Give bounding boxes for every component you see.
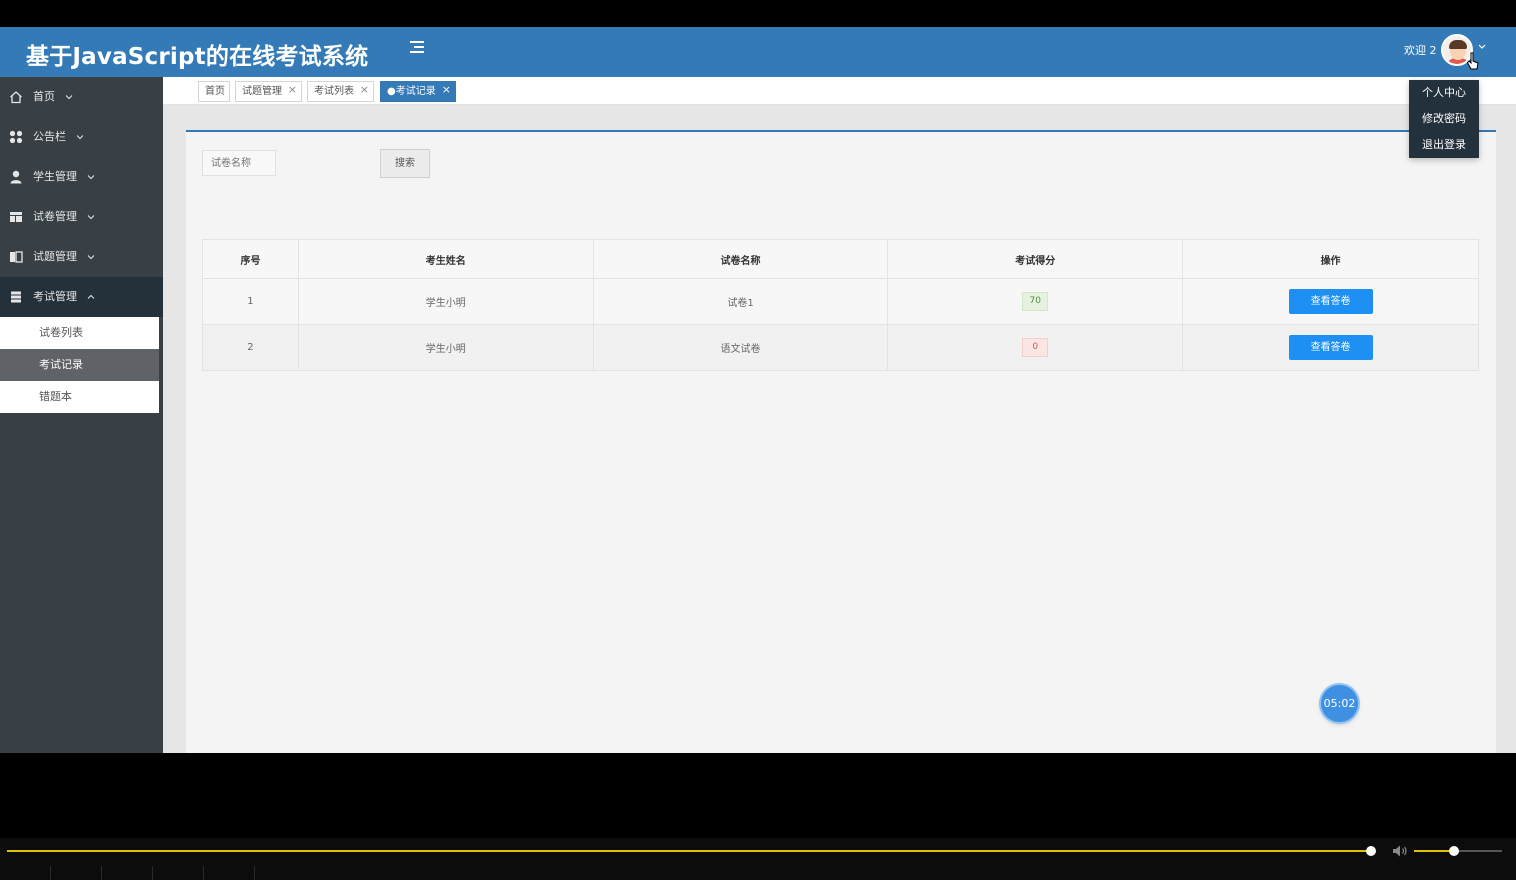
chevron-up-icon bbox=[87, 294, 94, 299]
exam-timer[interactable]: 05:02 bbox=[1321, 685, 1358, 722]
cell-index: 1 bbox=[202, 278, 299, 325]
server-icon bbox=[11, 291, 21, 303]
sidebar-item-questions[interactable]: 试题管理 bbox=[0, 237, 163, 277]
player-divider bbox=[50, 866, 51, 880]
layout-icon bbox=[10, 212, 22, 222]
chevron-down-icon bbox=[87, 255, 94, 260]
top-header: 基于JavaScript的在线考试系统 欢迎 2 bbox=[0, 27, 1516, 77]
sidebar-item-label: 试题管理 bbox=[33, 250, 77, 263]
user-icon bbox=[10, 170, 22, 184]
cell-student: 学生小明 bbox=[297, 324, 594, 371]
column-header: 考生姓名 bbox=[297, 239, 594, 279]
tab-exam-list[interactable]: 考试列表 × bbox=[307, 81, 374, 102]
video-frame: 基于JavaScript的在线考试系统 欢迎 2 个人中心 修改密码 退出登录 bbox=[0, 0, 1516, 880]
sidebar-item-exams[interactable]: 考试管理 bbox=[0, 277, 163, 317]
sidebar-item-papers[interactable]: 试卷管理 bbox=[0, 197, 163, 237]
chevron-down-icon bbox=[87, 215, 94, 220]
sidebar-subitem-paper-list[interactable]: 试卷列表 bbox=[0, 317, 159, 349]
sidebar-item-label: 试卷管理 bbox=[33, 210, 77, 223]
tab-home[interactable]: 首页 bbox=[198, 81, 230, 102]
sidebar: 首页 公告栏 学生管理 试卷管理 试题管理 考试管理 试卷列表 考试记录 错题本 bbox=[0, 77, 163, 753]
close-icon[interactable]: × bbox=[442, 80, 451, 99]
tab-label: 试题管理 bbox=[242, 86, 282, 97]
cell-score: 70 bbox=[887, 278, 1184, 325]
sidebar-subitem-exam-records[interactable]: 考试记录 bbox=[0, 349, 159, 381]
menu-item-change-password[interactable]: 修改密码 bbox=[1409, 106, 1479, 132]
grid-icon bbox=[9, 130, 23, 144]
home-icon bbox=[10, 91, 22, 104]
column-header: 序号 bbox=[202, 239, 299, 279]
score-badge: 0 bbox=[1022, 338, 1049, 357]
column-header: 试卷名称 bbox=[592, 239, 889, 279]
chevron-down-icon bbox=[65, 95, 72, 100]
sidebar-item-label: 学生管理 bbox=[33, 170, 77, 183]
player-divider bbox=[101, 866, 102, 880]
menu-item-logout[interactable]: 退出登录 bbox=[1409, 132, 1479, 158]
sidebar-item-home[interactable]: 首页 bbox=[0, 77, 163, 117]
menu-item-profile[interactable]: 个人中心 bbox=[1409, 80, 1479, 106]
cell-index: 2 bbox=[202, 324, 299, 371]
view-answer-button[interactable]: 查看答卷 bbox=[1288, 289, 1373, 314]
progress-bar[interactable] bbox=[7, 850, 1371, 852]
sidebar-item-label: 公告栏 bbox=[33, 130, 66, 143]
chevron-down-icon[interactable] bbox=[1477, 42, 1487, 52]
close-icon[interactable]: × bbox=[288, 80, 297, 99]
cell-paper: 试卷1 bbox=[592, 278, 889, 325]
exam-submenu: 试卷列表 考试记录 错题本 bbox=[0, 317, 159, 413]
chevron-down-icon bbox=[76, 135, 83, 140]
welcome-text: 欢迎 2 bbox=[1404, 44, 1437, 57]
search-button[interactable]: 搜索 bbox=[380, 149, 430, 178]
sidebar-item-label: 考试管理 bbox=[33, 290, 77, 303]
columns-icon bbox=[10, 251, 23, 263]
cell-score: 0 bbox=[887, 324, 1184, 371]
app-title: 基于JavaScript的在线考试系统 bbox=[26, 44, 369, 70]
player-divider bbox=[254, 866, 255, 880]
video-player-bar bbox=[0, 838, 1516, 880]
volume-handle[interactable] bbox=[1449, 846, 1459, 856]
table-row: 2 学生小明 语文试卷 0 查看答卷 bbox=[202, 324, 1479, 371]
progress-handle[interactable] bbox=[1366, 846, 1376, 856]
tab-question-management[interactable]: 试题管理 × bbox=[235, 81, 302, 102]
player-divider bbox=[203, 866, 204, 880]
cell-action: 查看答卷 bbox=[1182, 324, 1479, 371]
player-divider bbox=[152, 866, 153, 880]
volume-fill bbox=[1414, 850, 1450, 852]
exam-records-table: 序号 考生姓名 试卷名称 考试得分 操作 1 学生小明 试卷1 70 查看答卷 … bbox=[202, 239, 1479, 371]
sidebar-item-students[interactable]: 学生管理 bbox=[0, 157, 163, 197]
chevron-down-icon bbox=[87, 175, 94, 180]
tab-exam-records[interactable]: ●考试记录 × bbox=[380, 81, 456, 102]
tab-label: ●考试记录 bbox=[387, 86, 436, 97]
sidebar-item-label: 首页 bbox=[33, 90, 55, 103]
table-header-row: 序号 考生姓名 试卷名称 考试得分 操作 bbox=[202, 239, 1479, 279]
column-header: 操作 bbox=[1182, 239, 1479, 279]
menu-toggle-icon[interactable] bbox=[410, 41, 428, 59]
cell-paper: 语文试卷 bbox=[592, 324, 889, 371]
tab-label: 首页 bbox=[205, 86, 225, 97]
sidebar-subitem-wrong-questions[interactable]: 错题本 bbox=[0, 381, 159, 413]
close-icon[interactable]: × bbox=[360, 80, 369, 99]
score-badge: 70 bbox=[1022, 292, 1049, 311]
search-input[interactable] bbox=[202, 150, 276, 176]
sidebar-item-notice[interactable]: 公告栏 bbox=[0, 117, 163, 157]
main-panel: 搜索 序号 考生姓名 试卷名称 考试得分 操作 1 bbox=[186, 130, 1496, 753]
table-row: 1 学生小明 试卷1 70 查看答卷 bbox=[202, 278, 1479, 325]
cell-action: 查看答卷 bbox=[1182, 278, 1479, 325]
user-dropdown-menu: 个人中心 修改密码 退出登录 bbox=[1409, 80, 1479, 158]
column-header: 考试得分 bbox=[887, 239, 1184, 279]
app-window: 基于JavaScript的在线考试系统 欢迎 2 个人中心 修改密码 退出登录 bbox=[0, 27, 1516, 753]
view-answer-button[interactable]: 查看答卷 bbox=[1288, 335, 1373, 360]
tab-label: 考试列表 bbox=[314, 86, 354, 97]
cell-student: 学生小明 bbox=[297, 278, 594, 325]
tab-bar: 首页 试题管理 × 考试列表 × ●考试记录 × bbox=[163, 77, 1516, 105]
volume-icon[interactable] bbox=[1392, 844, 1408, 858]
mouse-cursor-icon bbox=[1466, 52, 1479, 70]
